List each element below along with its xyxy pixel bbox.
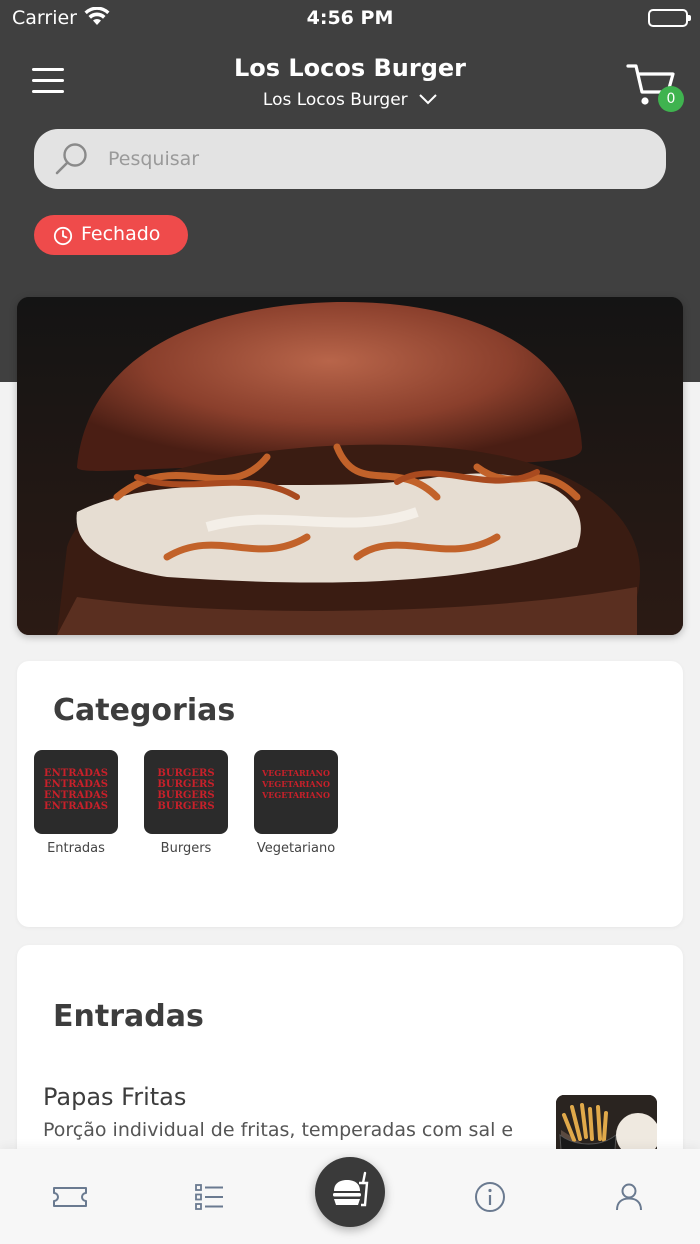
category-label: Burgers [160,841,212,856]
list-icon[interactable] [192,1179,226,1219]
category-label: Entradas [47,841,105,856]
product-description: Porção individual de fritas, temperadas … [43,1119,514,1141]
battery-icon [648,9,691,27]
category-item-entradas[interactable]: ENTRADAS ENTRADAS ENTRADAS ENTRADAS Entrada… [34,750,118,856]
menu-home-button[interactable] [315,1157,385,1227]
burger-drink-icon [333,1171,369,1207]
info-icon[interactable] [472,1179,508,1219]
ticket-icon[interactable] [52,1179,88,1219]
category-thumbnail: VEGETARIANO VEGETARIANO VEGETARIANO [254,750,338,834]
store-status-label: Fechado [81,223,161,245]
section-title: Entradas [53,999,204,1034]
categories-title: Categorias [53,693,236,728]
categories-card: Categorias ENTRADAS ENTRADAS ENTRADAS ENTRA… [17,661,683,927]
product-name: Papas Fritas [43,1083,187,1111]
category-item-vegetariano[interactable]: VEGETARIANO VEGETARIANO VEGETARIANO Vegeta… [254,750,338,856]
restaurant-title: Los Locos Burger [233,54,467,82]
cart-count-badge: 0 [658,86,684,112]
category-thumbnail: BURGERS BURGERS BURGERS BURGERS [144,750,228,834]
bottom-tab-bar [0,1149,700,1244]
app-screen: Carrier 4:56 PM Los Locos Burger Los Loc… [0,0,700,1244]
clock-time: 4:56 PM [306,7,394,29]
category-thumbnail: ENTRADAS ENTRADAS ENTRADAS ENTRADAS [34,750,118,834]
search-input[interactable] [108,129,648,189]
product-item[interactable]: Papas Fritas Porção individual de fritas… [17,1079,683,1165]
store-selector[interactable]: Los Locos Burger [0,90,700,110]
clock-icon [53,226,73,251]
search-bar[interactable] [34,129,666,189]
hero-banner-image [17,297,683,635]
category-thumbnail-text: VEGETARIANO VEGETARIANO VEGETARIANO [262,768,330,800]
category-thumbnail-text: ENTRADAS ENTRADAS ENTRADAS ENTRADAS [44,768,108,812]
status-bar: Carrier 4:56 PM [0,0,700,40]
category-item-burgers[interactable]: BURGERS BURGERS BURGERS BURGERS Burgers [144,750,228,856]
user-icon[interactable] [611,1179,647,1219]
store-status-badge: Fechado [34,215,188,255]
category-label: Vegetariano [256,841,336,856]
search-icon [54,141,90,181]
chevron-down-icon [419,90,437,110]
category-thumbnail-text: BURGERS BURGERS BURGERS BURGERS [157,768,215,812]
store-selector-label: Los Locos Burger [262,90,408,110]
